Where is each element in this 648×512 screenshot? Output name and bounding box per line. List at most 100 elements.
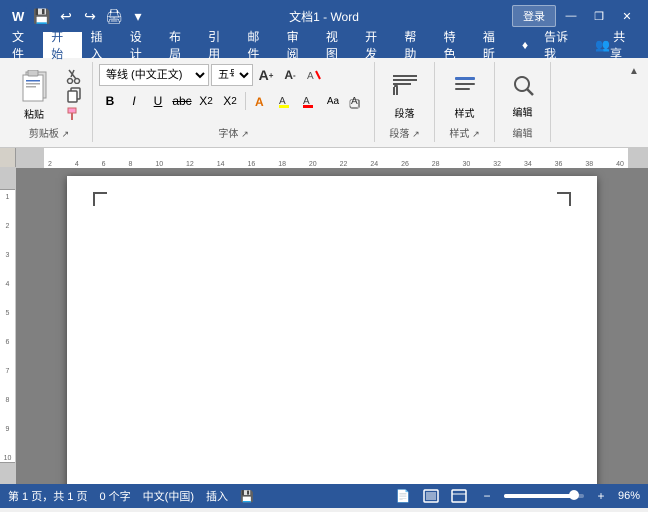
cut-button[interactable] bbox=[60, 67, 88, 85]
menu-file[interactable]: 文件 bbox=[4, 32, 43, 58]
svg-text:A: A bbox=[255, 95, 264, 109]
menu-references[interactable]: 引用 bbox=[200, 32, 239, 58]
editing-icon bbox=[510, 72, 536, 102]
menu-insert[interactable]: 插入 bbox=[82, 32, 121, 58]
styles-group: 样式 样式 ↗ bbox=[435, 62, 495, 142]
paragraph-label-bottom: 段落 ↗ bbox=[389, 125, 419, 140]
page-info: 第 1 页，共 1 页 bbox=[8, 488, 87, 504]
save-indicator: 💾 bbox=[240, 490, 254, 503]
ruler-area: 2 4 6 8 10 12 14 16 18 20 22 24 26 28 30… bbox=[0, 148, 648, 168]
copy-button[interactable] bbox=[60, 86, 88, 104]
superscript-button[interactable]: X2 bbox=[219, 90, 241, 112]
zoom-thumb[interactable] bbox=[569, 490, 579, 500]
editing-group: 编辑 编辑 bbox=[495, 62, 551, 142]
subscript-button[interactable]: X2 bbox=[195, 90, 217, 112]
clipboard-label: 剪贴板 ↗ bbox=[29, 125, 69, 140]
close-button[interactable]: ✕ bbox=[614, 5, 640, 27]
title-bar-left: W 💾 ↩ ↪ 🖨 ▾ bbox=[8, 6, 148, 26]
paragraph-label: 段落 bbox=[395, 105, 415, 120]
font-case-btn[interactable]: Aa bbox=[322, 90, 344, 112]
text-effect-btn[interactable]: A bbox=[250, 90, 272, 112]
save-quick-btn[interactable]: 💾 bbox=[32, 6, 52, 26]
font-format-row: B I U abc X2 X2 A A bbox=[99, 90, 368, 112]
zoom-fill bbox=[504, 494, 574, 498]
font-group: 等线 (中文正文) 五号 A+ A- A bbox=[93, 62, 375, 142]
menu-mailings[interactable]: 邮件 bbox=[239, 32, 278, 58]
ribbon-collapse-button[interactable]: ▲ bbox=[624, 66, 644, 77]
clipboard-group: 粘贴 bbox=[4, 62, 93, 142]
paragraph-button[interactable]: 段落 bbox=[379, 66, 431, 124]
underline-button[interactable]: U bbox=[147, 90, 169, 112]
font-decrease-btn[interactable]: A- bbox=[279, 64, 301, 86]
view-web-btn[interactable] bbox=[448, 488, 470, 504]
quick-print-btn[interactable]: 🖨 bbox=[104, 6, 124, 26]
view-print-btn[interactable] bbox=[420, 488, 442, 504]
svg-text:W: W bbox=[12, 9, 25, 24]
zoom-in-btn[interactable]: + bbox=[590, 488, 612, 504]
login-button[interactable]: 登录 bbox=[512, 5, 556, 27]
page-content[interactable] bbox=[99, 200, 565, 484]
redo-btn[interactable]: ↪ bbox=[80, 6, 100, 26]
restore-button[interactable]: ❒ bbox=[586, 5, 612, 27]
font-color-btn[interactable]: A bbox=[298, 90, 320, 112]
bold-button[interactable]: B bbox=[99, 90, 121, 112]
language: 中文(中国) bbox=[143, 488, 194, 504]
font-label: 字体 ↗ bbox=[218, 125, 248, 140]
view-read-btn[interactable]: 📄 bbox=[392, 488, 414, 504]
document-page bbox=[67, 176, 597, 484]
ruler-corner bbox=[0, 148, 16, 167]
menu-tell-me[interactable]: 告诉我 bbox=[536, 32, 587, 58]
status-right: 📄 − + 96% bbox=[392, 488, 640, 504]
title-bar-center: 文档1 - Word bbox=[289, 8, 359, 25]
menu-review[interactable]: 审阅 bbox=[279, 32, 318, 58]
document-area[interactable] bbox=[16, 168, 648, 484]
font-increase-btn[interactable]: A+ bbox=[255, 64, 277, 86]
paragraph-group: 段落 段落 ↗ bbox=[375, 62, 435, 142]
text-highlight-btn[interactable]: A bbox=[274, 90, 296, 112]
paste-label: 粘贴 bbox=[24, 106, 44, 121]
menu-share[interactable]: 👥 共享 bbox=[587, 32, 644, 58]
styles-label-bottom: 样式 ↗ bbox=[449, 125, 479, 140]
menu-special[interactable]: 特色 bbox=[436, 32, 475, 58]
input-mode: 插入 bbox=[206, 488, 228, 504]
menu-view[interactable]: 视图 bbox=[318, 32, 357, 58]
font-size-select[interactable]: 五号 bbox=[211, 64, 253, 86]
editing-button[interactable]: 编辑 bbox=[497, 66, 549, 124]
strikethrough-button[interactable]: abc bbox=[171, 90, 193, 112]
menu-help[interactable]: 帮助 bbox=[396, 32, 435, 58]
format-painter-button[interactable] bbox=[60, 105, 88, 123]
styles-button[interactable]: 样式 bbox=[439, 66, 491, 124]
word-icon[interactable]: W bbox=[8, 6, 28, 26]
svg-text:A: A bbox=[307, 71, 314, 82]
horizontal-ruler: 2 4 6 8 10 12 14 16 18 20 22 24 26 28 30… bbox=[16, 148, 648, 168]
customize-quick-btn[interactable]: ▾ bbox=[128, 6, 148, 26]
menu-bar: 文件 开始 插入 设计 布局 引用 邮件 审阅 视图 开发 帮助 特色 福昕 ♦… bbox=[0, 32, 648, 58]
ribbon: 粘贴 bbox=[0, 58, 648, 148]
zoom-out-btn[interactable]: − bbox=[476, 488, 498, 504]
word-count: 0 个字 bbox=[99, 488, 130, 504]
italic-button[interactable]: I bbox=[123, 90, 145, 112]
styles-label: 样式 bbox=[455, 105, 475, 120]
title-bar-right: 登录 — ❒ ✕ bbox=[512, 5, 640, 27]
ribbon-content: 粘贴 bbox=[4, 62, 644, 142]
font-name-select[interactable]: 等线 (中文正文) bbox=[99, 64, 209, 86]
menu-design[interactable]: 设计 bbox=[122, 32, 161, 58]
font-name-row: 等线 (中文正文) 五号 A+ A- A bbox=[99, 64, 368, 86]
minimize-button[interactable]: — bbox=[558, 5, 584, 27]
clipboard-small-btns bbox=[60, 67, 88, 123]
zoom-slider[interactable] bbox=[504, 494, 584, 498]
menu-layout[interactable]: 布局 bbox=[161, 32, 200, 58]
styles-icon bbox=[451, 71, 479, 103]
undo-btn[interactable]: ↩ bbox=[56, 6, 76, 26]
clear-format-btn[interactable]: A bbox=[303, 64, 325, 86]
paragraph-icon bbox=[391, 71, 419, 103]
menu-home[interactable]: 开始 bbox=[43, 32, 82, 58]
status-bar: 第 1 页，共 1 页 0 个字 中文(中国) 插入 💾 📄 − + 96% bbox=[0, 484, 648, 508]
menu-developer[interactable]: 开发 bbox=[357, 32, 396, 58]
svg-text:A: A bbox=[351, 96, 358, 107]
char-spacing-btn[interactable]: A ⃣ bbox=[346, 90, 368, 112]
paste-button[interactable]: 粘贴 bbox=[10, 66, 58, 124]
menu-diamond[interactable]: ♦ bbox=[514, 32, 536, 58]
menu-foxit[interactable]: 福昕 bbox=[475, 32, 514, 58]
editing-label: 编辑 bbox=[513, 104, 533, 119]
